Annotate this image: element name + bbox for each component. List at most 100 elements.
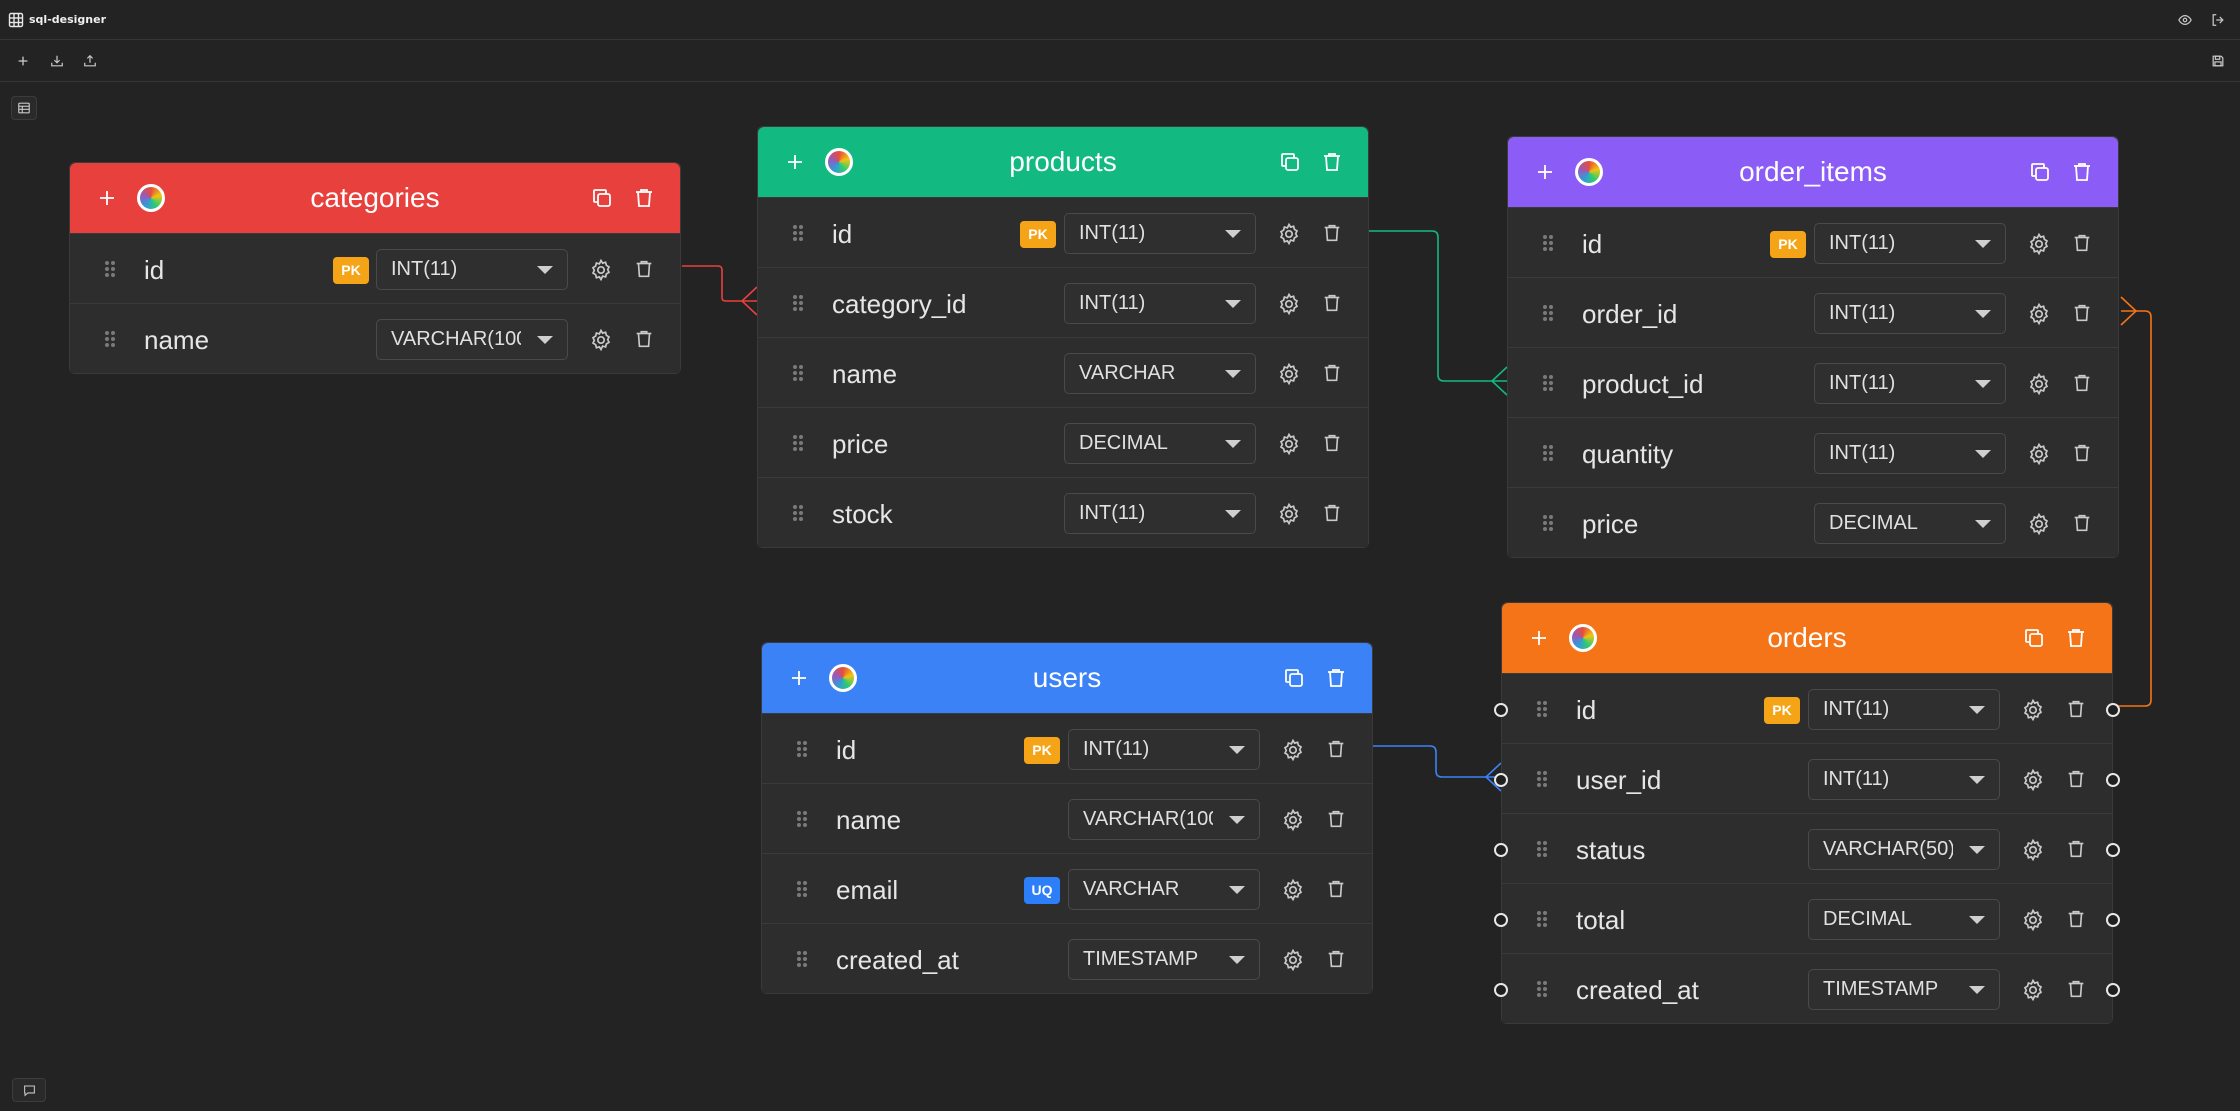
trash-icon[interactable] — [1324, 666, 1348, 690]
add-field-icon[interactable] — [1528, 627, 1550, 649]
type-select[interactable]: INT(11) — [1068, 729, 1260, 770]
add-field-icon[interactable] — [788, 667, 810, 689]
drag-handle-icon[interactable] — [796, 950, 808, 968]
type-select[interactable]: INT(11) — [376, 249, 568, 290]
field-row[interactable]: id PK INT(11) — [1494, 673, 2120, 743]
logout-icon[interactable] — [2209, 11, 2227, 29]
drag-handle-icon[interactable] — [792, 434, 804, 452]
table-users[interactable]: users id PK INT(11) name VARCHAR(100) em… — [761, 642, 1373, 994]
gear-icon[interactable] — [2027, 442, 2051, 466]
trash-icon[interactable] — [1321, 432, 1343, 454]
table-categories[interactable]: categories id PK INT(11) name VARCHAR(10… — [69, 162, 681, 374]
type-select[interactable]: INT(11) — [1808, 759, 2000, 800]
field-name[interactable]: id — [832, 219, 852, 250]
duplicate-icon[interactable] — [590, 186, 614, 210]
drag-handle-icon[interactable] — [796, 880, 808, 898]
trash-icon[interactable] — [2065, 908, 2087, 930]
field-name[interactable]: name — [836, 805, 901, 836]
gear-icon[interactable] — [1277, 502, 1301, 526]
field-name[interactable]: email — [836, 875, 898, 906]
field-row[interactable]: id PK INT(11) — [762, 713, 1372, 783]
gear-icon[interactable] — [2027, 232, 2051, 256]
type-select[interactable]: INT(11) — [1814, 363, 2006, 404]
eye-icon[interactable] — [2176, 11, 2194, 29]
trash-icon[interactable] — [1325, 948, 1347, 970]
drag-handle-icon[interactable] — [1542, 374, 1554, 392]
color-picker-icon[interactable] — [829, 664, 857, 692]
field-row[interactable]: price DECIMAL — [1508, 487, 2118, 557]
type-select[interactable]: INT(11) — [1814, 223, 2006, 264]
trash-icon[interactable] — [1325, 878, 1347, 900]
duplicate-icon[interactable] — [1278, 150, 1302, 174]
trash-icon[interactable] — [2071, 512, 2093, 534]
table-header[interactable]: order_items — [1508, 137, 2118, 207]
connection-handle[interactable] — [1494, 913, 1508, 927]
color-picker-icon[interactable] — [137, 184, 165, 212]
drag-handle-icon[interactable] — [796, 810, 808, 828]
type-select[interactable]: DECIMAL — [1064, 423, 1256, 464]
trash-icon[interactable] — [2065, 838, 2087, 860]
field-name[interactable]: id — [1576, 695, 1596, 726]
drag-handle-icon[interactable] — [796, 740, 808, 758]
drag-handle-icon[interactable] — [792, 224, 804, 242]
type-select[interactable]: INT(11) — [1064, 493, 1256, 534]
connection-handle[interactable] — [2106, 843, 2120, 857]
add-field-icon[interactable] — [784, 151, 806, 173]
field-row[interactable]: total DECIMAL — [1494, 883, 2120, 953]
duplicate-icon[interactable] — [2022, 626, 2046, 650]
field-row[interactable]: name VARCHAR(100) — [762, 783, 1372, 853]
field-row[interactable]: user_id INT(11) — [1494, 743, 2120, 813]
gear-icon[interactable] — [589, 258, 613, 282]
gear-icon[interactable] — [1277, 362, 1301, 386]
trash-icon[interactable] — [1321, 292, 1343, 314]
field-row[interactable]: category_id INT(11) — [758, 267, 1368, 337]
duplicate-icon[interactable] — [2028, 160, 2052, 184]
field-name[interactable]: created_at — [836, 945, 959, 976]
relation-products-order-items[interactable] — [1369, 230, 1508, 396]
field-name[interactable]: status — [1576, 835, 1645, 866]
table-order-items[interactable]: order_items id PK INT(11) order_id INT(1… — [1507, 136, 2119, 558]
gear-icon[interactable] — [1281, 948, 1305, 972]
plus-icon[interactable] — [14, 52, 32, 70]
type-select[interactable]: DECIMAL — [1814, 503, 2006, 544]
field-name[interactable]: user_id — [1576, 765, 1661, 796]
trash-icon[interactable] — [2071, 302, 2093, 324]
type-select[interactable]: TIMESTAMP — [1808, 969, 2000, 1010]
table-header[interactable]: products — [758, 127, 1368, 197]
duplicate-icon[interactable] — [1282, 666, 1306, 690]
table-list-toggle-button[interactable] — [11, 96, 37, 120]
drag-handle-icon[interactable] — [1536, 840, 1548, 858]
gear-icon[interactable] — [1277, 292, 1301, 316]
type-select[interactable]: VARCHAR(100) — [376, 319, 568, 360]
gear-icon[interactable] — [2021, 838, 2045, 862]
gear-icon[interactable] — [2027, 372, 2051, 396]
gear-icon[interactable] — [1281, 808, 1305, 832]
color-picker-icon[interactable] — [1569, 624, 1597, 652]
field-name[interactable]: product_id — [1582, 369, 1703, 400]
comment-button[interactable] — [12, 1078, 46, 1102]
field-name[interactable]: category_id — [832, 289, 966, 320]
drag-handle-icon[interactable] — [792, 504, 804, 522]
gear-icon[interactable] — [2021, 768, 2045, 792]
field-name[interactable]: total — [1576, 905, 1625, 936]
trash-icon[interactable] — [2065, 978, 2087, 1000]
trash-icon[interactable] — [1325, 738, 1347, 760]
field-row[interactable]: price DECIMAL — [758, 407, 1368, 477]
drag-handle-icon[interactable] — [104, 330, 116, 348]
drag-handle-icon[interactable] — [1542, 514, 1554, 532]
trash-icon[interactable] — [2065, 698, 2087, 720]
trash-icon[interactable] — [2071, 442, 2093, 464]
type-select[interactable]: DECIMAL — [1808, 899, 2000, 940]
type-select[interactable]: INT(11) — [1814, 433, 2006, 474]
type-select[interactable]: INT(11) — [1064, 283, 1256, 324]
add-field-icon[interactable] — [1534, 161, 1556, 183]
gear-icon[interactable] — [2021, 978, 2045, 1002]
export-icon[interactable] — [81, 52, 99, 70]
field-name[interactable]: name — [832, 359, 897, 390]
table-products[interactable]: products id PK INT(11) category_id INT(1… — [757, 126, 1369, 548]
trash-icon[interactable] — [1321, 502, 1343, 524]
gear-icon[interactable] — [2021, 698, 2045, 722]
table-header[interactable]: categories — [70, 163, 680, 233]
table-header[interactable]: users — [762, 643, 1372, 713]
trash-icon[interactable] — [2070, 160, 2094, 184]
